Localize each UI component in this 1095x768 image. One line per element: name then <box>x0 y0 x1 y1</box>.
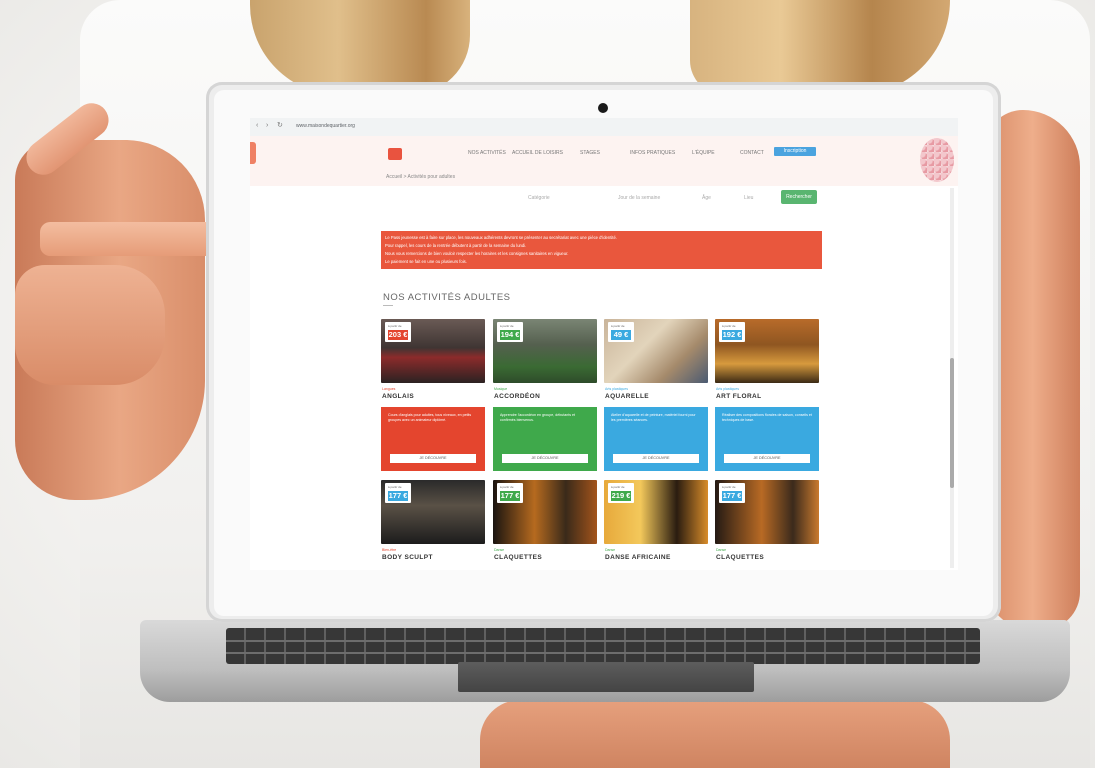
activity-category: Danse <box>605 548 616 552</box>
price-value: 219 € <box>611 491 631 501</box>
supporting-hands <box>480 700 950 768</box>
price-caption: à partir de <box>388 485 402 489</box>
activity-category: Langues <box>382 387 396 391</box>
discover-button[interactable]: JE DÉCOUVRE <box>724 454 810 463</box>
activity-category: Musique <box>494 387 508 391</box>
activity-name[interactable]: ACCORDÉON <box>494 393 540 400</box>
activity-category: Arts plastiques <box>716 387 739 391</box>
activity-description: Apprendre l'accordéon en groupe, débutan… <box>500 413 576 423</box>
price-tag: à partir de 194 € <box>497 322 523 342</box>
price-value: 194 € <box>500 330 520 340</box>
activity-name[interactable]: CLAQUETTES <box>494 554 542 561</box>
activity-grid: à partir de 203 € Langues ANGLAIS Cours d'an… <box>250 118 958 570</box>
price-caption: à partir de <box>722 324 736 328</box>
price-caption: à partir de <box>388 324 402 328</box>
price-caption: à partir de <box>500 324 514 328</box>
laptop-keyboard <box>226 628 980 664</box>
webcam-icon <box>598 103 608 113</box>
laptop-trackpad <box>458 662 754 692</box>
price-tag: à partir de 177 € <box>497 483 523 503</box>
activity-description: Cours d'anglais pour adultes, tous nivea… <box>388 413 472 423</box>
price-tag: à partir de 203 € <box>385 322 411 342</box>
price-value: 49 € <box>611 330 631 340</box>
price-tag: à partir de 219 € <box>608 483 634 503</box>
price-caption: à partir de <box>611 485 625 489</box>
left-hand <box>15 265 165 385</box>
price-caption: à partir de <box>611 324 625 328</box>
activity-name[interactable]: CLAQUETTES <box>716 554 764 561</box>
scrollbar-thumb[interactable] <box>950 358 954 488</box>
price-tag: à partir de 177 € <box>719 483 745 503</box>
activity-description: Atelier d'aquarelle et de peinture, maté… <box>611 413 696 423</box>
activity-description-panel: Apprendre l'accordéon en groupe, débutan… <box>493 407 597 471</box>
activity-name[interactable]: AQUARELLE <box>605 393 649 400</box>
activity-name[interactable]: BODY SCULPT <box>382 554 433 561</box>
discover-button[interactable]: JE DÉCOUVRE <box>502 454 588 463</box>
activity-description: Réaliser des compositions florales de sa… <box>722 413 812 423</box>
laptop-screen: ‹ › ↻ www.maisondequartier.org Nos activ… <box>250 118 958 570</box>
price-caption: à partir de <box>500 485 514 489</box>
price-caption: à partir de <box>722 485 736 489</box>
price-value: 203 € <box>388 330 408 340</box>
activity-description-panel: Réaliser des compositions florales de sa… <box>715 407 819 471</box>
keyboard-row-line <box>226 652 980 654</box>
price-value: 177 € <box>722 491 742 501</box>
price-value: 177 € <box>388 491 408 501</box>
activity-category: Bien-être <box>382 548 397 552</box>
activity-description-panel: Cours d'anglais pour adultes, tous nivea… <box>381 407 485 471</box>
activity-name[interactable]: ANGLAIS <box>382 393 414 400</box>
activity-category: Danse <box>716 548 727 552</box>
price-value: 177 € <box>500 491 520 501</box>
activity-name[interactable]: DANSE AFRICAINE <box>605 554 671 561</box>
discover-button[interactable]: JE DÉCOUVRE <box>390 454 476 463</box>
activity-category: Danse <box>494 548 505 552</box>
price-tag: à partir de 192 € <box>719 322 745 342</box>
activity-name[interactable]: ART FLORAL <box>716 393 762 400</box>
price-value: 192 € <box>722 330 742 340</box>
price-tag: à partir de 177 € <box>385 483 411 503</box>
keyboard-row-line <box>226 640 980 642</box>
price-tag: à partir de 49 € <box>608 322 634 342</box>
discover-button[interactable]: JE DÉCOUVRE <box>613 454 699 463</box>
activity-category: Arts plastiques <box>605 387 628 391</box>
activity-description-panel: Atelier d'aquarelle et de peinture, maté… <box>604 407 708 471</box>
